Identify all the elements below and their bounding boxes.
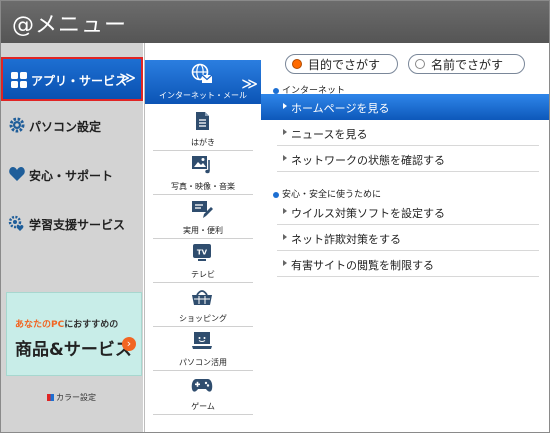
bullet-icon	[273, 191, 279, 198]
search-by-name-radio[interactable]: 名前でさがす	[408, 54, 525, 74]
tv-icon: TV	[193, 244, 211, 261]
window-title: @メニュー	[12, 13, 128, 38]
chevron-right-icon: ≫	[119, 68, 136, 87]
category-shopping[interactable]: ショッピング	[145, 283, 261, 327]
gamepad-icon	[191, 379, 213, 392]
category-label: パソコン活用	[179, 358, 227, 367]
category-label: ゲーム	[191, 402, 215, 411]
pen-icon	[192, 201, 213, 218]
category-column: インターネット・メール ≫ はがき 写真・映像・音楽 実用・便利 TV テレビ …	[144, 43, 262, 432]
content-panel: 目的でさがす 名前でさがす インターネット ホームページを見る ニュースを見る …	[261, 43, 549, 432]
category-internet-mail[interactable]: インターネット・メール ≫	[145, 60, 261, 104]
chevron-right-icon: ≫	[241, 74, 258, 93]
category-photo-video-music[interactable]: 写真・映像・音楽	[145, 151, 261, 195]
menu-item-view-news[interactable]: ニュースを見る	[261, 120, 549, 146]
sidebar-item-label: パソコン設定	[29, 120, 102, 134]
category-postcard[interactable]: はがき	[145, 107, 261, 151]
sidebar: アプリ・サービス ≫ パソコン設定 安心・サポート 学習支援サービス あなたのP…	[1, 43, 143, 432]
postcard-icon	[196, 112, 209, 130]
svg-text:TV: TV	[197, 249, 208, 257]
triangle-right-icon	[283, 129, 287, 135]
sidebar-item-pc-settings[interactable]: パソコン設定	[1, 104, 143, 148]
menu-item-antivirus[interactable]: ウイルス対策ソフトを設定する	[261, 199, 549, 225]
study-gear-icon	[8, 215, 24, 231]
title-bar: @メニュー	[1, 1, 549, 43]
sidebar-item-label: アプリ・サービス	[31, 74, 128, 88]
sidebar-item-support[interactable]: 安心・サポート	[1, 153, 143, 197]
category-label: 写真・映像・音楽	[171, 182, 235, 191]
menu-item-fraud-protection[interactable]: ネット詐欺対策をする	[261, 225, 549, 251]
radio-dot-icon	[292, 59, 302, 69]
arrow-right-icon: ›	[122, 337, 136, 351]
menu-item-restrict-sites[interactable]: 有害サイトの閲覧を制限する	[261, 251, 549, 277]
bullet-icon	[273, 87, 279, 94]
radio-dot-icon	[415, 59, 425, 69]
category-pc-use[interactable]: パソコン活用	[145, 327, 261, 371]
triangle-right-icon	[283, 260, 287, 266]
search-by-purpose-radio[interactable]: 目的でさがす	[285, 54, 398, 74]
gear-icon	[9, 117, 25, 133]
color-palette-icon	[47, 394, 54, 401]
sidebar-item-learning[interactable]: 学習支援サービス	[1, 202, 143, 246]
pc-icon	[192, 332, 212, 349]
menu-item-view-homepage[interactable]: ホームページを見る	[261, 94, 549, 120]
triangle-right-icon	[283, 208, 287, 214]
heart-icon	[9, 167, 25, 181]
sidebar-item-label: 学習支援サービス	[29, 218, 126, 232]
promo-banner[interactable]: あなたのPCにおすすめの 商品&サービス ›	[6, 292, 142, 376]
category-tv[interactable]: TV テレビ	[145, 239, 261, 283]
photo-music-icon	[192, 156, 210, 174]
promo-title: 商品&サービス	[15, 340, 132, 360]
color-setting-link[interactable]: カラー設定	[47, 392, 96, 403]
triangle-right-icon	[283, 234, 287, 240]
apps-grid-icon	[11, 72, 27, 88]
category-label: テレビ	[191, 270, 215, 279]
promo-line1: あなたのPCにおすすめの	[15, 320, 119, 330]
sidebar-item-apps-services[interactable]: アプリ・サービス ≫	[1, 57, 143, 101]
category-label: 実用・便利	[183, 226, 223, 235]
category-utility[interactable]: 実用・便利	[145, 195, 261, 239]
sidebar-item-label: 安心・サポート	[29, 169, 114, 183]
triangle-right-icon	[283, 155, 287, 161]
menu-item-check-network[interactable]: ネットワークの状態を確認する	[261, 146, 549, 172]
app-window: @メニュー アプリ・サービス ≫ パソコン設定 安心・サポート 学習支援サービス…	[0, 0, 550, 433]
category-label: はがき	[191, 138, 215, 147]
globe-mail-icon	[191, 63, 213, 83]
category-label: ショッピング	[179, 314, 227, 323]
triangle-right-icon	[283, 103, 287, 109]
basket-icon	[192, 290, 212, 305]
category-games[interactable]: ゲーム	[145, 371, 261, 415]
